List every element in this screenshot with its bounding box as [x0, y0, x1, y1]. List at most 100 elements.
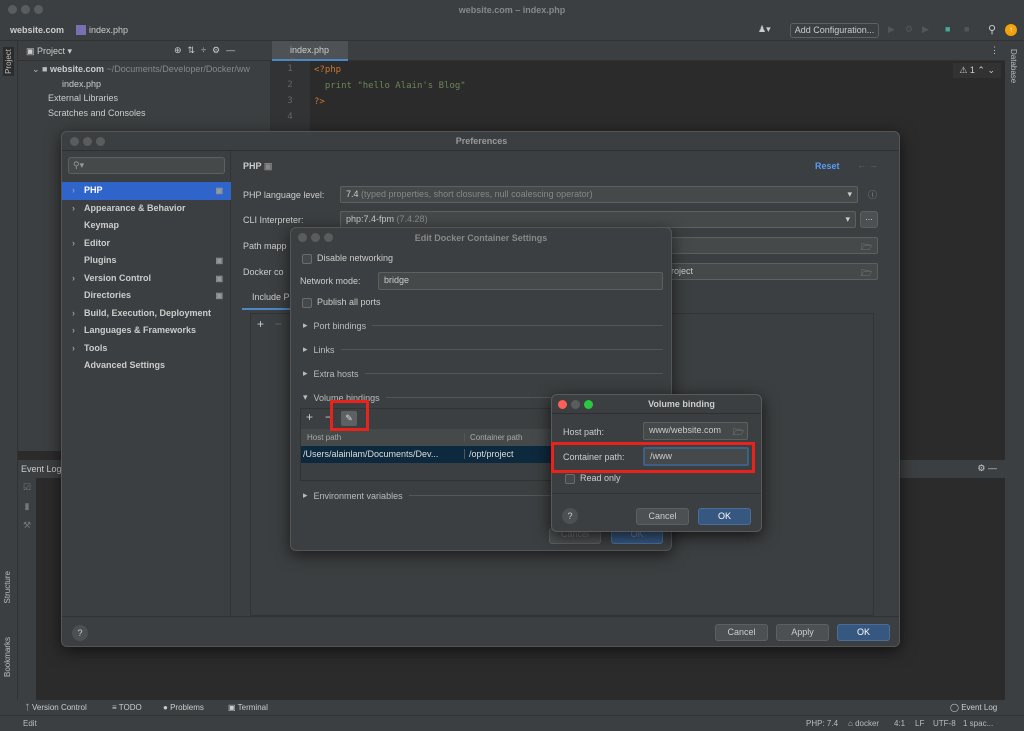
window-controls[interactable] [558, 400, 593, 411]
disable-networking-checkbox[interactable]: Disable networking [302, 253, 393, 264]
wrench-icon[interactable]: ⚒ [18, 516, 36, 535]
add-icon[interactable]: + [306, 410, 313, 424]
breadcrumb-file[interactable]: index.php [89, 25, 128, 35]
settings-nav-item[interactable]: › Version Control ▣ [62, 270, 231, 288]
chevron-right-icon: › [72, 272, 75, 283]
search-icon[interactable]: ⚲ [988, 23, 996, 36]
bookmarks-tool-button[interactable]: Bookmarks [3, 637, 12, 677]
project-scope-icon: ▣ [215, 256, 223, 265]
project-view-selector[interactable]: ▣ Project ▾ [26, 46, 72, 57]
nav-label: Keymap [84, 220, 120, 230]
settings-nav-item[interactable]: › Build, Execution, Deployment [62, 305, 231, 323]
attach-icon[interactable]: ■ [945, 24, 950, 34]
preferences-title-bar: Preferences [62, 132, 899, 151]
inspection-widget[interactable]: ⚠ 1 ⌃ ⌄ [953, 63, 1001, 78]
settings-nav-item[interactable]: › PHP ▣ [62, 182, 231, 200]
help-button[interactable]: ? [72, 625, 88, 641]
help-button[interactable]: ? [562, 508, 578, 524]
nav-label: Languages & Frameworks [84, 325, 197, 335]
ok-button[interactable]: OK [837, 624, 890, 641]
line-number: 3 [287, 96, 293, 106]
remove-icon[interactable]: − [275, 317, 282, 331]
tree-file[interactable]: index.php [62, 79, 101, 89]
stop-icon[interactable]: ■ [964, 24, 969, 34]
cli-label: CLI Interpreter: [243, 215, 304, 225]
tree-scratches[interactable]: Scratches and Consoles [48, 108, 146, 118]
docker-status[interactable]: ⌂ docker [848, 719, 879, 728]
host-path-input[interactable]: www/website.com 🗁 [643, 422, 748, 440]
tree-external-libraries[interactable]: External Libraries [48, 93, 118, 103]
settings-nav: › PHP ▣ › Appearance & Behavior Keymap › Editor… [62, 182, 231, 375]
user-icon[interactable]: ♟▾ [758, 24, 771, 35]
settings-search-input[interactable]: ⚲▾ [68, 157, 225, 174]
add-configuration-button[interactable]: Add Configuration... [790, 23, 879, 38]
php-version-status[interactable]: PHP: 7.4 [806, 719, 838, 728]
cancel-button[interactable]: Cancel [636, 508, 689, 525]
debug-icon[interactable]: ⚙ [905, 24, 913, 35]
add-icon[interactable]: + [257, 317, 264, 331]
run-icon[interactable]: ▶ [888, 24, 895, 35]
line-separator[interactable]: LF [915, 719, 924, 728]
coverage-icon[interactable]: ▶ [922, 24, 929, 35]
caret-position[interactable]: 4:1 [894, 719, 905, 728]
trash-icon[interactable]: ▮ [18, 497, 36, 516]
network-mode-input[interactable]: bridge [378, 272, 663, 290]
cli-browse-button[interactable]: ... [860, 211, 878, 228]
panel-actions-icons[interactable]: ⊕⇅÷⚙— [174, 45, 241, 56]
cli-interpreter-select[interactable]: php:7.4-fpm (7.4.28) ▾ [340, 211, 856, 228]
settings-nav-item[interactable]: › Languages & Frameworks [62, 322, 231, 340]
indent[interactable]: 1 spac... [963, 719, 993, 728]
chevron-right-icon: › [72, 185, 75, 195]
links-section[interactable]: ▸ Links [303, 344, 663, 355]
terminal-tab[interactable]: ▣ Terminal [228, 703, 268, 712]
settings-nav-item[interactable]: Keymap [62, 217, 231, 235]
more-icon[interactable]: ⋮ [990, 45, 999, 56]
lang-level-select[interactable]: 7.4 (typed properties, short closures, n… [340, 186, 858, 203]
code-line-2: print "hello Alain's Blog" [314, 81, 466, 91]
nav-arrows[interactable]: ← → [857, 160, 878, 170]
left-tool-strip: Project Structure Bookmarks [0, 41, 18, 700]
reset-link[interactable]: Reset [815, 161, 840, 171]
port-bindings-section[interactable]: ▸ Port bindings [303, 320, 663, 331]
column-container-path[interactable]: Container path [464, 433, 522, 442]
editor-tab[interactable]: index.php × [272, 41, 348, 65]
breadcrumb-project[interactable]: website.com [10, 25, 64, 35]
project-tool-button[interactable]: Project [3, 47, 14, 76]
nav-bar: website.com index.php ♟▾ Add Configurati… [0, 20, 1024, 41]
nav-label: Appearance & Behavior [84, 202, 186, 213]
help-icon[interactable]: ⓘ [868, 188, 877, 201]
apply-button[interactable]: Apply [776, 624, 829, 641]
structure-tool-button[interactable]: Structure [3, 571, 12, 603]
database-tool-button[interactable]: Database [1009, 49, 1018, 83]
tree-root[interactable]: ⌄ ■ website.com ~/Documents/Developer/Do… [32, 64, 250, 75]
project-scope-icon: ▣ [215, 186, 223, 195]
publish-all-ports-checkbox[interactable]: Publish all ports [302, 297, 381, 308]
encoding[interactable]: UTF-8 [933, 719, 956, 728]
update-icon[interactable]: ↑ [1005, 24, 1017, 36]
settings-icon[interactable]: ⚙ — [977, 463, 997, 474]
root-name: website.com [49, 64, 105, 74]
ok-button[interactable]: OK [698, 508, 751, 525]
settings-nav-item[interactable]: Directories ▣ [62, 287, 231, 305]
container-path-highlight [551, 442, 755, 473]
root-path: ~/Documents/Developer/Docker/ww [106, 64, 250, 74]
host-path-cell: /Users/alainlam/Documents/Dev... [303, 449, 439, 459]
todo-tab[interactable]: ≡ TODO [112, 703, 142, 712]
settings-nav-item[interactable]: › Tools [62, 340, 231, 358]
settings-nav-item[interactable]: › Appearance & Behavior [62, 200, 231, 218]
page-title: PHP ▣ [243, 161, 273, 171]
column-host-path[interactable]: Host path [307, 433, 341, 442]
event-log-tab[interactable]: ◯ Event Log [950, 703, 997, 712]
settings-nav-item[interactable]: › Editor [62, 235, 231, 253]
settings-nav-item[interactable]: Advanced Settings [62, 357, 231, 375]
settings-nav-item[interactable]: Plugins ▣ [62, 252, 231, 270]
mark-read-icon[interactable]: ☑ [18, 478, 36, 497]
problems-tab[interactable]: ● Problems [163, 703, 204, 712]
chevron-right-icon: › [72, 325, 75, 335]
version-control-tab[interactable]: ᛏ Version Control [25, 703, 87, 712]
divider [552, 413, 761, 414]
read-only-checkbox[interactable]: Read only [565, 473, 621, 484]
extra-hosts-section[interactable]: ▸ Extra hosts [303, 368, 663, 379]
cancel-button[interactable]: Cancel [715, 624, 768, 641]
nav-label: Advanced Settings [84, 360, 166, 370]
